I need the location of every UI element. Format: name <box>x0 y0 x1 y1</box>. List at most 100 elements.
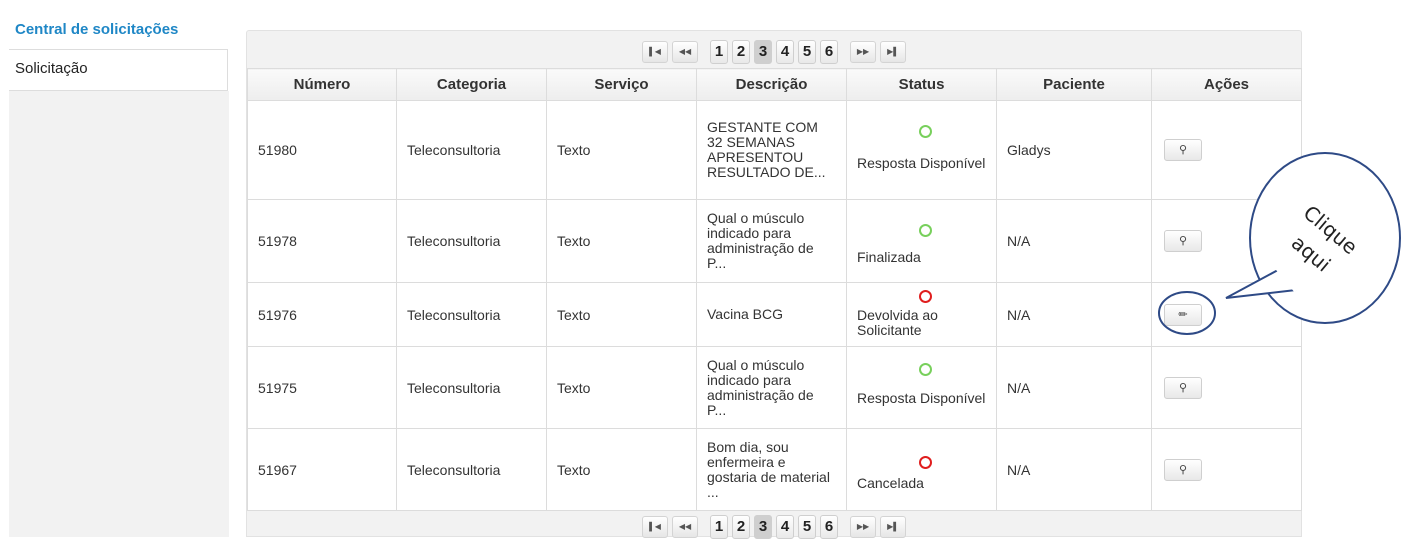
table-row: 51980 Teleconsultoria Texto GESTANTE COM… <box>247 100 1302 200</box>
column-header-descricao[interactable]: Descrição <box>696 68 847 101</box>
next-page-icon: ▶▶ <box>856 47 870 56</box>
cell-numero: 51976 <box>247 282 397 347</box>
pagination-bottom: ▌◀ ◀◀ 1 2 3 4 5 6 ▶▶ ▶▌ <box>247 510 1301 544</box>
cell-status: Cancelada <box>846 428 997 511</box>
view-button[interactable]: ⚲ <box>1164 376 1202 399</box>
cell-categoria: Teleconsultoria <box>396 428 547 511</box>
table-row: 51978 Teleconsultoria Texto Qual o múscu… <box>247 199 1302 283</box>
pagination-top: ▌◀ ◀◀ 1 2 3 4 5 6 ▶▶ ▶▌ <box>247 35 1301 69</box>
cell-descricao: Qual o músculo indicado para administraç… <box>696 346 847 429</box>
view-button[interactable]: ⚲ <box>1164 230 1202 252</box>
cell-paciente: N/A <box>996 428 1152 511</box>
last-page-button[interactable]: ▶▌ <box>880 41 906 63</box>
cell-categoria: Teleconsultoria <box>396 100 547 200</box>
sidebar-item-solicitacao[interactable]: Solicitação <box>9 49 228 91</box>
cell-status: Finalizada <box>846 199 997 283</box>
cell-descricao: Bom dia, sou enfermeira e gostaria de ma… <box>696 428 847 511</box>
table-row: 51967 Teleconsultoria Texto Bom dia, sou… <box>247 428 1302 511</box>
cell-acoes: ⚲ <box>1151 428 1302 511</box>
column-header-acoes: Ações <box>1151 68 1302 101</box>
cell-servico: Texto <box>546 428 697 511</box>
first-page-button[interactable]: ▌◀ <box>642 516 668 538</box>
column-header-categoria[interactable]: Categoria <box>396 68 547 101</box>
cell-paciente: N/A <box>996 282 1152 347</box>
cell-paciente: N/A <box>996 346 1152 429</box>
last-page-icon: ▶▌ <box>887 522 899 531</box>
magnifier-icon: ⚲ <box>1178 381 1188 394</box>
cell-numero: 51978 <box>247 199 397 283</box>
column-header-paciente[interactable]: Paciente <box>996 68 1152 101</box>
prev-page-button[interactable]: ◀◀ <box>672 516 698 538</box>
sidebar-background <box>9 91 229 537</box>
cell-categoria: Teleconsultoria <box>396 199 547 283</box>
table-row: 51975 Teleconsultoria Texto Qual o múscu… <box>247 346 1302 429</box>
cell-descricao: Qual o músculo indicado para administraç… <box>696 199 847 283</box>
table-row: 51976 Teleconsultoria Texto Vacina BCG D… <box>247 282 1302 347</box>
page-1-button[interactable]: 1 <box>710 40 728 64</box>
page-5-button[interactable]: 5 <box>798 515 816 539</box>
status-circle-icon <box>919 224 932 237</box>
cell-servico: Texto <box>546 346 697 429</box>
page-2-button[interactable]: 2 <box>732 515 750 539</box>
page-6-button[interactable]: 6 <box>820 40 838 64</box>
status-circle-icon <box>919 363 932 376</box>
pencil-icon: ✏ <box>1178 308 1188 321</box>
edit-button[interactable]: ✏ <box>1164 303 1202 326</box>
page-4-button[interactable]: 4 <box>776 515 794 539</box>
first-page-button[interactable]: ▌◀ <box>642 41 668 63</box>
view-button[interactable]: ⚲ <box>1164 458 1202 481</box>
callout-text-line1: Clique <box>1299 200 1363 259</box>
prev-page-button[interactable]: ◀◀ <box>672 41 698 63</box>
cell-servico: Texto <box>546 199 697 283</box>
next-page-button[interactable]: ▶▶ <box>850 516 876 538</box>
first-page-icon: ▌◀ <box>649 522 661 531</box>
magnifier-icon: ⚲ <box>1178 235 1188 247</box>
next-page-button[interactable]: ▶▶ <box>850 41 876 63</box>
magnifier-icon: ⚲ <box>1178 463 1188 476</box>
status-circle-icon <box>919 125 932 138</box>
cell-acoes: ⚲ <box>1151 100 1302 200</box>
cell-servico: Texto <box>546 100 697 200</box>
page-3-button[interactable]: 3 <box>754 515 772 539</box>
prev-page-icon: ◀◀ <box>678 522 692 531</box>
status-circle-icon <box>919 456 932 469</box>
status-circle-icon <box>919 290 932 303</box>
view-button[interactable]: ⚲ <box>1164 139 1202 161</box>
cell-paciente: N/A <box>996 199 1152 283</box>
cell-categoria: Teleconsultoria <box>396 346 547 429</box>
next-page-icon: ▶▶ <box>856 522 870 531</box>
page-4-button[interactable]: 4 <box>776 40 794 64</box>
prev-page-icon: ◀◀ <box>678 47 692 56</box>
first-page-icon: ▌◀ <box>649 47 661 56</box>
cell-paciente: Gladys <box>996 100 1152 200</box>
cell-acoes: ⚲ <box>1151 346 1302 429</box>
page-2-button[interactable]: 2 <box>732 40 750 64</box>
cell-categoria: Teleconsultoria <box>396 282 547 347</box>
cell-numero: 51967 <box>247 428 397 511</box>
cell-acoes: ✏ <box>1151 282 1302 347</box>
table-header-row: Número Categoria Serviço Descrição Statu… <box>247 68 1302 101</box>
status-label: Cancelada <box>857 475 924 491</box>
cell-acoes: ⚲ <box>1151 199 1302 283</box>
magnifier-icon: ⚲ <box>1178 144 1188 156</box>
cell-numero: 51980 <box>247 100 397 200</box>
page-6-button[interactable]: 6 <box>820 515 838 539</box>
sidebar-item-central[interactable]: Central de solicitações <box>9 11 228 49</box>
cell-descricao: GESTANTE COM 32 SEMANAS APRESENTOU RESUL… <box>696 100 847 200</box>
cell-status: Resposta Disponível <box>846 100 997 200</box>
column-header-status[interactable]: Status <box>846 68 997 101</box>
page-3-button[interactable]: 3 <box>754 40 772 64</box>
last-page-icon: ▶▌ <box>887 47 899 56</box>
last-page-button[interactable]: ▶▌ <box>880 516 906 538</box>
cell-numero: 51975 <box>247 346 397 429</box>
cell-status: Devolvida ao Solicitante <box>846 282 997 347</box>
cell-descricao: Vacina BCG <box>696 282 847 347</box>
requests-panel: ▌◀ ◀◀ 1 2 3 4 5 6 ▶▶ ▶▌ Número Categoria… <box>246 30 1302 539</box>
page-1-button[interactable]: 1 <box>710 515 728 539</box>
page-5-button[interactable]: 5 <box>798 40 816 64</box>
sidebar: Central de solicitações Solicitação <box>9 11 228 91</box>
column-header-servico[interactable]: Serviço <box>546 68 697 101</box>
column-header-numero[interactable]: Número <box>247 68 397 101</box>
cell-servico: Texto <box>546 282 697 347</box>
requests-table: Número Categoria Serviço Descrição Statu… <box>247 68 1302 511</box>
